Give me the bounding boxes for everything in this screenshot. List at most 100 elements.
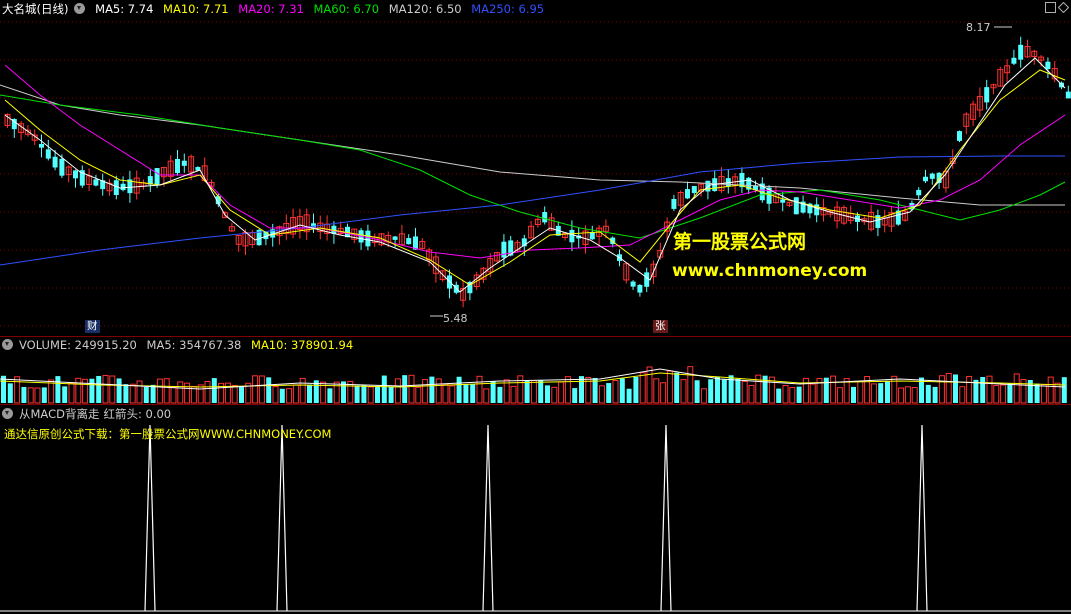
high-price-label: 8.17 [966,21,991,34]
candle-down [1018,44,1024,60]
volume-bar-down [490,381,496,403]
volume-bar-up [109,375,116,404]
volume-bar-down [572,388,578,403]
volume-bar-down [953,374,958,403]
volume-bar-up [857,380,864,404]
candle-down [630,281,636,287]
volume-bar-up [231,384,238,404]
volume-bar-down [143,386,149,403]
volume-bar-up [252,375,259,404]
volume-bar-up [415,386,422,404]
price-legend: 大名城(日线) MA5: 7.74 MA10: 7.71 MA20: 7.31 … [2,1,550,17]
volume-value: VOLUME: 249915.20 [19,338,137,352]
volume-bar-up [27,387,34,404]
volume-bar-down [96,375,102,403]
candle-down [671,198,677,209]
volume-bar-down [1034,383,1040,403]
candle-down [59,158,65,176]
volume-bar-down [388,386,394,403]
volume-bar-up [34,387,41,404]
volume-bar-down [361,385,367,403]
volume-bar-down [381,375,387,403]
volume-bar-up [966,375,973,404]
candle-down [644,272,650,287]
volume-bar-up [442,383,449,404]
volume-bar-down [851,386,856,403]
volume-bar-down [885,380,890,403]
volume-bar-up [367,386,374,404]
volume-bar-down [579,376,584,403]
volume-bar-down [674,372,680,403]
candle-down [45,149,51,159]
volume-bar-down [735,378,741,403]
volume-bar-up [680,379,687,404]
signal-spike [916,424,928,612]
candle-down [923,176,928,182]
volume-bar-down [354,385,360,403]
candle-down [1065,91,1071,99]
volume-bar-down [708,379,714,403]
volume-bar-up [1040,384,1047,404]
indicator-panel[interactable]: 从MACD背离走 红箭头: 0.00 通达信原创公式下载：第一股票公式网WWW.C… [0,405,1071,614]
volume-bar-up [163,378,170,404]
volume-bar-down [62,386,68,403]
volume-bar-down [823,377,829,403]
volume-bar-down [239,386,244,403]
volume-bar-up [449,385,456,404]
finance-tag[interactable]: 财 [85,320,100,333]
watermark-url: www.chnmoney.com [672,261,868,281]
volume-bar-up [483,388,490,404]
dropdown-icon[interactable] [2,339,13,350]
volume-bar-down [470,384,476,403]
volume-bar-up [129,383,136,404]
volume-bar-up [299,377,306,404]
volume-bar-up [197,384,204,404]
volume-bar-down [633,376,639,403]
volume-bar-up [598,385,605,404]
volume-bar-up [666,370,673,404]
volume-bar-up [517,375,524,404]
volume-bar-down [497,386,503,403]
dropdown-icon[interactable] [2,408,13,419]
volume-bar-up [959,386,966,404]
volume-bar-up [646,366,653,404]
volume-bar-down [375,386,380,403]
dropdown-icon[interactable] [74,3,86,14]
ma60-legend: MA60: 6.70 [313,2,380,16]
candle-down [637,284,643,293]
close-box-icon[interactable] [1045,2,1056,16]
price-panel[interactable]: 大名城(日线) MA5: 7.74 MA10: 7.71 MA20: 7.31 … [0,0,1071,336]
candle-down [569,229,575,243]
ma10-legend: MA10: 7.71 [163,2,229,16]
indicator-legend: 从MACD背离走 红箭头: 0.00 [2,406,177,422]
candle-down [793,197,799,215]
ma20-line [4,64,1066,259]
candle-down [181,160,187,166]
volume-bar-down [796,386,802,403]
candle-down [52,156,58,168]
volume-bar-down [1,375,6,403]
indicator-title: 从MACD背离走 [19,407,100,421]
limit-up-tag[interactable]: 张 [653,320,668,333]
volume-panel[interactable]: VOLUME: 249915.20 MA5: 354767.38 MA10: 3… [0,337,1071,404]
candle-down [984,87,990,103]
volume-bar-down [538,380,544,403]
candlestick-chart[interactable] [0,0,1071,336]
volume-bar-up [891,375,898,404]
volume-bar-up [394,378,401,404]
diamond-icon[interactable] [1057,1,1070,16]
volume-bar-up [870,383,877,404]
volume-bar-down [626,388,632,403]
candle-down [365,230,371,247]
candle-down [929,173,935,179]
candle-down [501,241,507,258]
volume-bar-up [14,376,21,404]
volume-bar-up [700,388,707,404]
volume-bar-up [830,375,837,404]
candle-down [93,179,99,186]
volume-legend: VOLUME: 249915.20 MA5: 354767.38 MA10: 3… [2,338,359,352]
volume-bar-up [1013,373,1020,404]
candle-down [691,186,697,194]
volume-bar-up [898,387,905,404]
volume-bar-up [802,377,809,404]
